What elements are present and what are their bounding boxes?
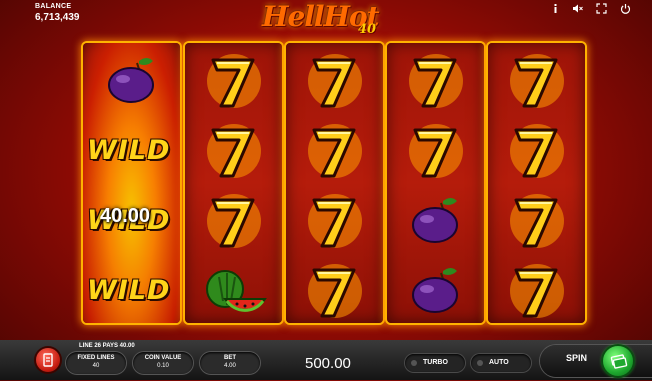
coin-value-value: 0.10 — [157, 363, 169, 369]
symbol-seven — [488, 185, 585, 255]
wild-label: WILD — [87, 275, 171, 306]
symbol-seven — [286, 45, 383, 115]
reel-3 — [286, 43, 383, 323]
fixed-lines-label: FIXED LINES — [77, 355, 115, 361]
symbol-seven — [185, 45, 282, 115]
balance-value: 6,713,439 — [35, 12, 80, 23]
spin-icon — [610, 354, 628, 369]
coin-value-label: COIN VALUE — [144, 355, 182, 361]
sound-muted-icon[interactable] — [572, 3, 583, 14]
spin-button[interactable] — [603, 346, 633, 376]
symbol-plum — [83, 45, 180, 115]
fullscreen-icon[interactable] — [596, 3, 607, 14]
symbol-seven — [387, 45, 484, 115]
symbol-wild: WILD — [83, 115, 180, 185]
reel-4 — [387, 43, 484, 323]
logo-number: 40 — [358, 22, 377, 37]
symbol-seven — [185, 185, 282, 255]
paytable-icon — [43, 353, 53, 367]
symbol-plum — [387, 185, 484, 255]
symbol-seven — [286, 255, 383, 325]
turbo-indicator — [411, 360, 417, 366]
symbol-watermelon — [185, 255, 282, 325]
fixed-lines-box: FIXED LINES 40 — [66, 352, 126, 374]
symbol-seven — [185, 115, 282, 185]
reel-5 — [488, 43, 585, 323]
power-icon[interactable] — [620, 3, 631, 14]
symbol-seven — [286, 115, 383, 185]
auto-indicator — [477, 360, 483, 366]
bet-selector[interactable]: BET 4.00 — [200, 352, 260, 374]
balance-label: BALANCE — [35, 3, 72, 10]
info-icon[interactable] — [550, 3, 561, 14]
reel-2 — [185, 43, 282, 323]
symbol-seven — [488, 45, 585, 115]
line-win-info: LINE 26 PAYS 40.00 — [79, 343, 135, 349]
symbol-seven — [387, 115, 484, 185]
reel-1: WILD WILD WILD — [83, 43, 180, 323]
symbol-plum — [387, 255, 484, 325]
coin-value-selector[interactable]: COIN VALUE 0.10 — [133, 352, 193, 374]
symbol-seven — [488, 115, 585, 185]
auto-label: AUTO — [489, 359, 509, 366]
symbol-seven — [488, 255, 585, 325]
bet-value: 4.00 — [224, 363, 236, 369]
game-logo: HellHot 40 — [262, 0, 380, 44]
spin-bar[interactable] — [540, 345, 652, 377]
menu-button[interactable] — [36, 348, 60, 372]
symbol-wild: WILD — [83, 255, 180, 325]
fixed-lines-value: 40 — [92, 363, 100, 369]
symbol-seven — [286, 185, 383, 255]
turbo-label: TURBO — [423, 359, 448, 366]
win-amount: 40.00 — [100, 205, 151, 227]
total-amount: 500.00 — [305, 355, 351, 372]
auto-toggle[interactable]: AUTO — [471, 354, 531, 372]
bet-label: BET — [224, 355, 236, 361]
turbo-toggle[interactable]: TURBO — [405, 354, 465, 372]
spin-label: SPIN — [566, 353, 588, 363]
wild-label: WILD — [87, 135, 171, 166]
